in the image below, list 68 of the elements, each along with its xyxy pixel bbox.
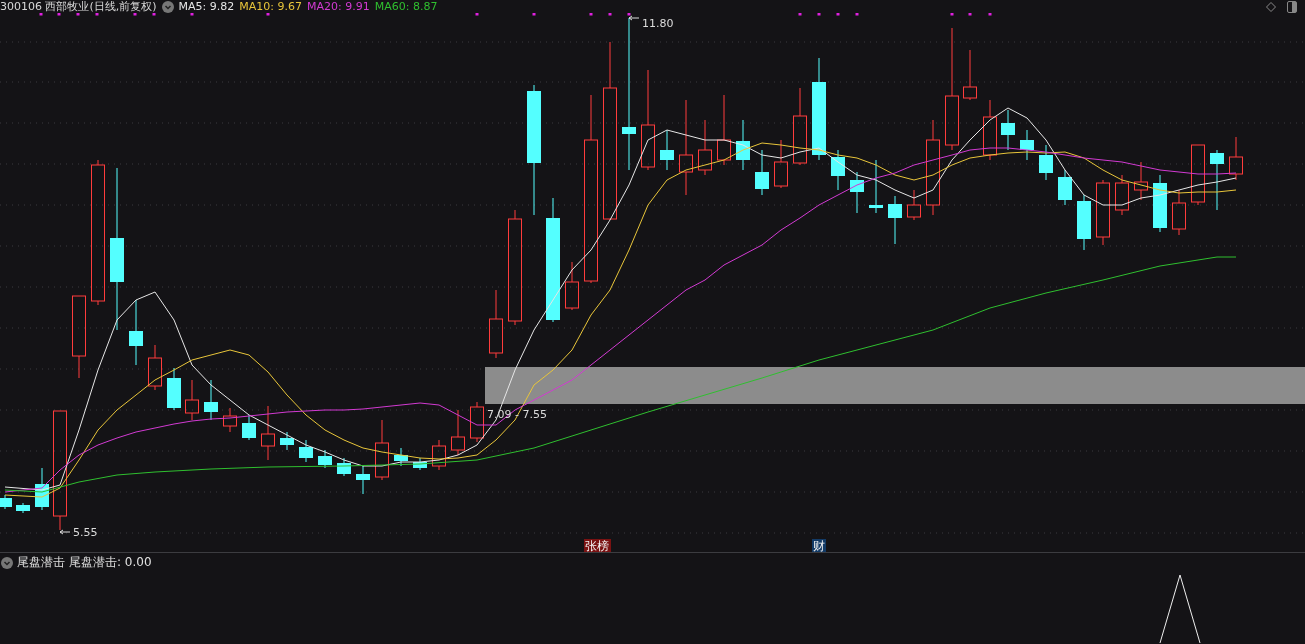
high-price-label: 11.80 — [642, 17, 674, 30]
low-price-label: 5.55 — [73, 526, 98, 539]
candlestick — [204, 379, 218, 421]
candlestick — [1096, 179, 1110, 246]
candlestick — [16, 502, 30, 514]
candlestick — [167, 367, 181, 411]
candlestick — [185, 379, 199, 421]
candlestick — [470, 401, 484, 443]
candlestick — [850, 171, 864, 214]
candlestick — [223, 407, 237, 433]
candlestick — [1001, 109, 1015, 151]
candlestick — [888, 195, 902, 245]
candlestick — [394, 447, 408, 467]
candlestick — [755, 149, 769, 196]
moving-average-label: MA5: 9.82 — [178, 0, 235, 13]
event-badge[interactable]: 财 — [812, 539, 826, 552]
candlestick — [148, 344, 162, 391]
candlestick — [1077, 194, 1091, 251]
candlestick — [280, 431, 294, 451]
candlestick — [774, 139, 788, 189]
collapse-icon[interactable] — [1, 556, 13, 569]
candlestick — [1039, 144, 1053, 181]
candlestick — [1058, 169, 1072, 206]
candlestick — [1172, 189, 1186, 236]
collapse-icon[interactable] — [161, 0, 174, 13]
candlestick — [299, 439, 313, 463]
indicator-spike-line — [1159, 574, 1201, 643]
candlestick — [1229, 136, 1243, 181]
candlestick — [451, 409, 465, 456]
candlestick — [318, 449, 332, 469]
candlestick — [565, 261, 579, 311]
arrow-icon — [59, 529, 71, 535]
candlestick — [489, 289, 503, 359]
candlestick — [35, 467, 49, 511]
candlestick — [983, 99, 997, 161]
candlestick — [1153, 174, 1167, 233]
moving-average-label: MA60: 8.87 — [374, 0, 438, 13]
candlestick — [736, 119, 750, 171]
candlestick — [869, 159, 883, 214]
candlestick — [1020, 129, 1034, 161]
candlestick — [831, 149, 845, 191]
panel-icon[interactable] — [1287, 0, 1297, 13]
candlestick — [261, 405, 275, 461]
candlestick — [907, 189, 921, 221]
candlestick — [1115, 174, 1129, 216]
candlestick — [698, 119, 712, 176]
candlestick — [356, 464, 370, 495]
indicator-reading: 尾盘潜击: 0.00 — [69, 554, 152, 571]
candlestick — [717, 94, 731, 166]
candlestick — [1210, 149, 1224, 211]
candlestick — [337, 457, 351, 477]
candlestick — [0, 494, 12, 510]
arrow-icon — [628, 15, 640, 21]
candlestick — [413, 457, 427, 471]
candlestick — [1191, 144, 1205, 206]
diamond-icon[interactable] — [1266, 1, 1276, 12]
stock-title: 300106 西部牧业(日线,前复权) — [0, 0, 157, 13]
indicator-name: 尾盘潜击 — [17, 554, 65, 571]
candlestick — [375, 419, 389, 481]
moving-average-label: MA20: 9.91 — [307, 0, 370, 13]
candlestick — [660, 129, 674, 171]
candlestick — [432, 439, 446, 471]
candlestick — [129, 299, 143, 366]
candlestick — [963, 49, 977, 101]
moving-average-label: MA10: 9.67 — [239, 0, 302, 13]
candlestick — [1134, 161, 1148, 201]
event-badge[interactable]: 张榜 — [584, 539, 611, 552]
candlestick — [242, 414, 256, 441]
